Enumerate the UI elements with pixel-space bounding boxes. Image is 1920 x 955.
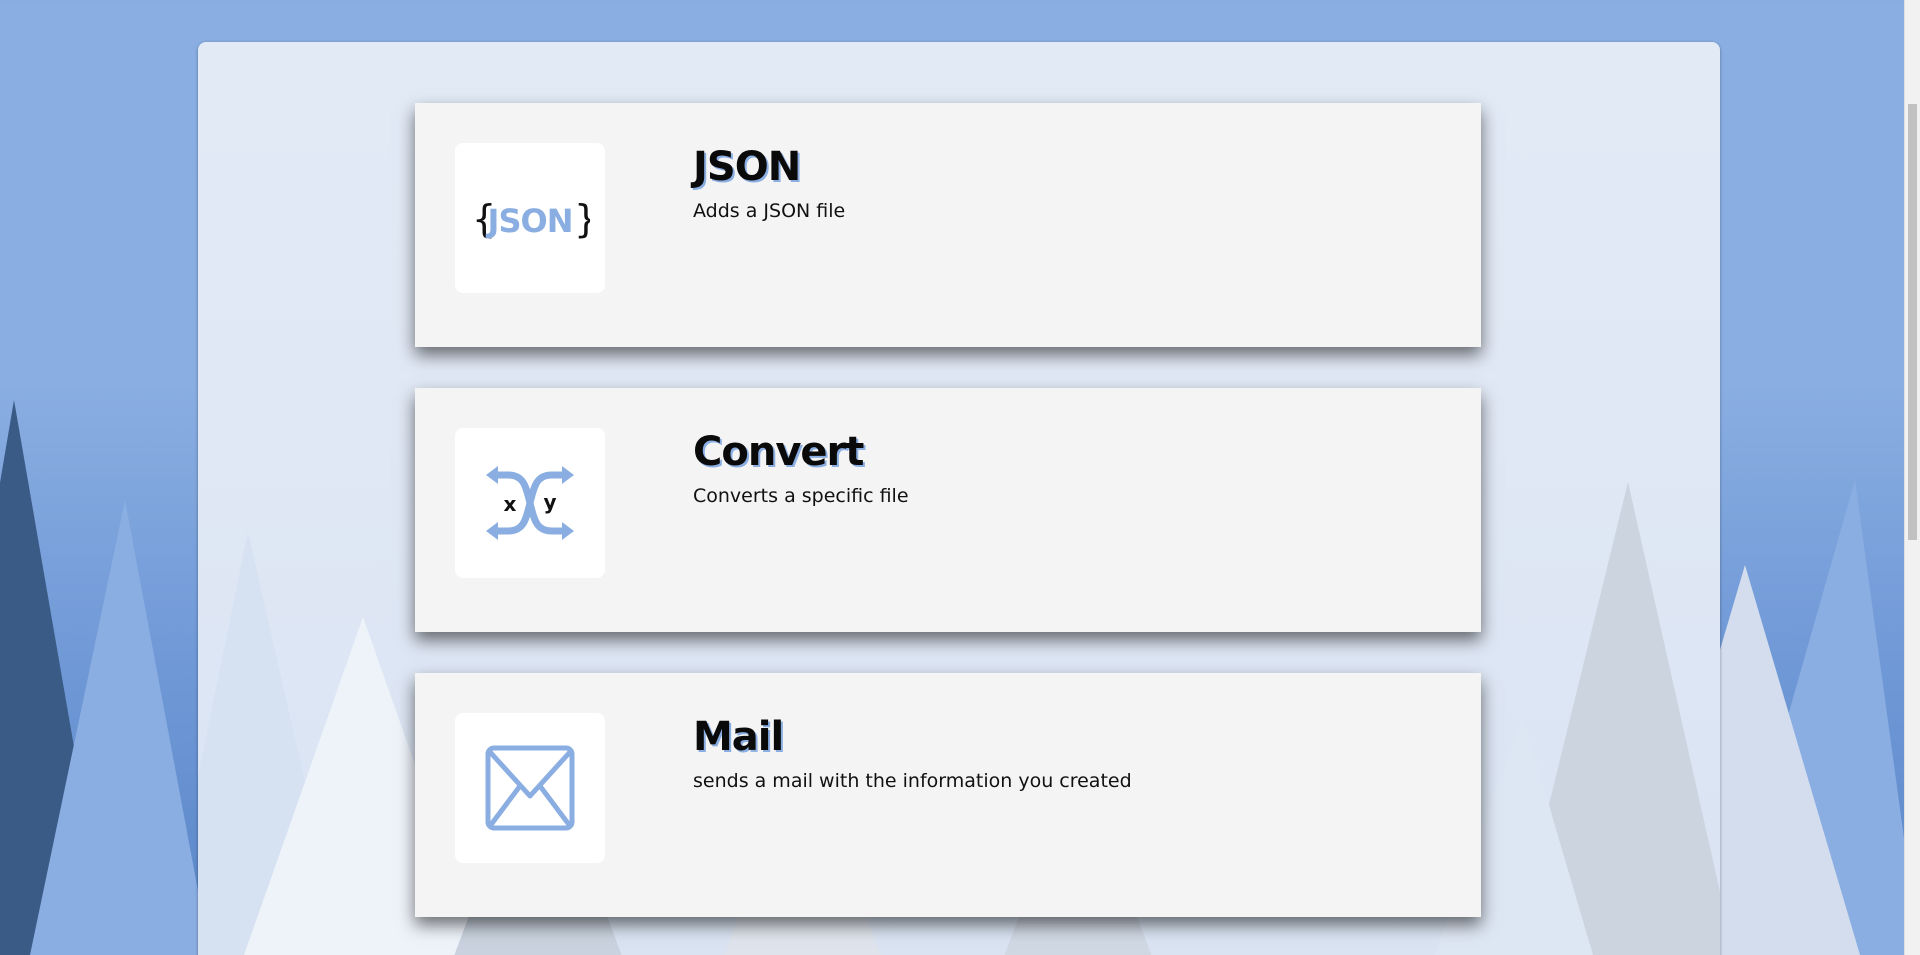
- json-braces-icon: { JSON }: [472, 197, 590, 241]
- convert-arrows-icon: x y: [486, 466, 574, 540]
- card-title: JSON: [693, 144, 801, 190]
- json-icon-close-brace: }: [574, 197, 590, 241]
- convert-icon-x: x: [504, 492, 517, 516]
- scrollbar-thumb[interactable]: [1908, 104, 1917, 540]
- card-convert[interactable]: x y Convert Converts a specific file: [415, 388, 1481, 632]
- json-icon-label: JSON: [486, 202, 573, 240]
- convert-icon-y: y: [543, 490, 556, 514]
- card-list: { JSON } JSON Adds a JSON file: [415, 103, 1481, 955]
- main-panel: { JSON } JSON Adds a JSON file: [198, 42, 1720, 955]
- card-description: Adds a JSON file: [693, 200, 846, 222]
- card-mail[interactable]: Mail sends a mail with the information y…: [415, 673, 1481, 917]
- json-icon-box: { JSON }: [455, 143, 605, 293]
- card-title: Convert: [693, 429, 864, 475]
- card-json[interactable]: { JSON } JSON Adds a JSON file: [415, 103, 1481, 347]
- convert-icon-box: x y: [455, 428, 605, 578]
- mail-icon-box: [455, 713, 605, 863]
- envelope-icon: [485, 745, 575, 831]
- card-title: Mail: [693, 714, 784, 760]
- page-scrollbar[interactable]: [1904, 0, 1920, 955]
- card-description: sends a mail with the information you cr…: [693, 770, 1132, 792]
- card-description: Converts a specific file: [693, 485, 909, 507]
